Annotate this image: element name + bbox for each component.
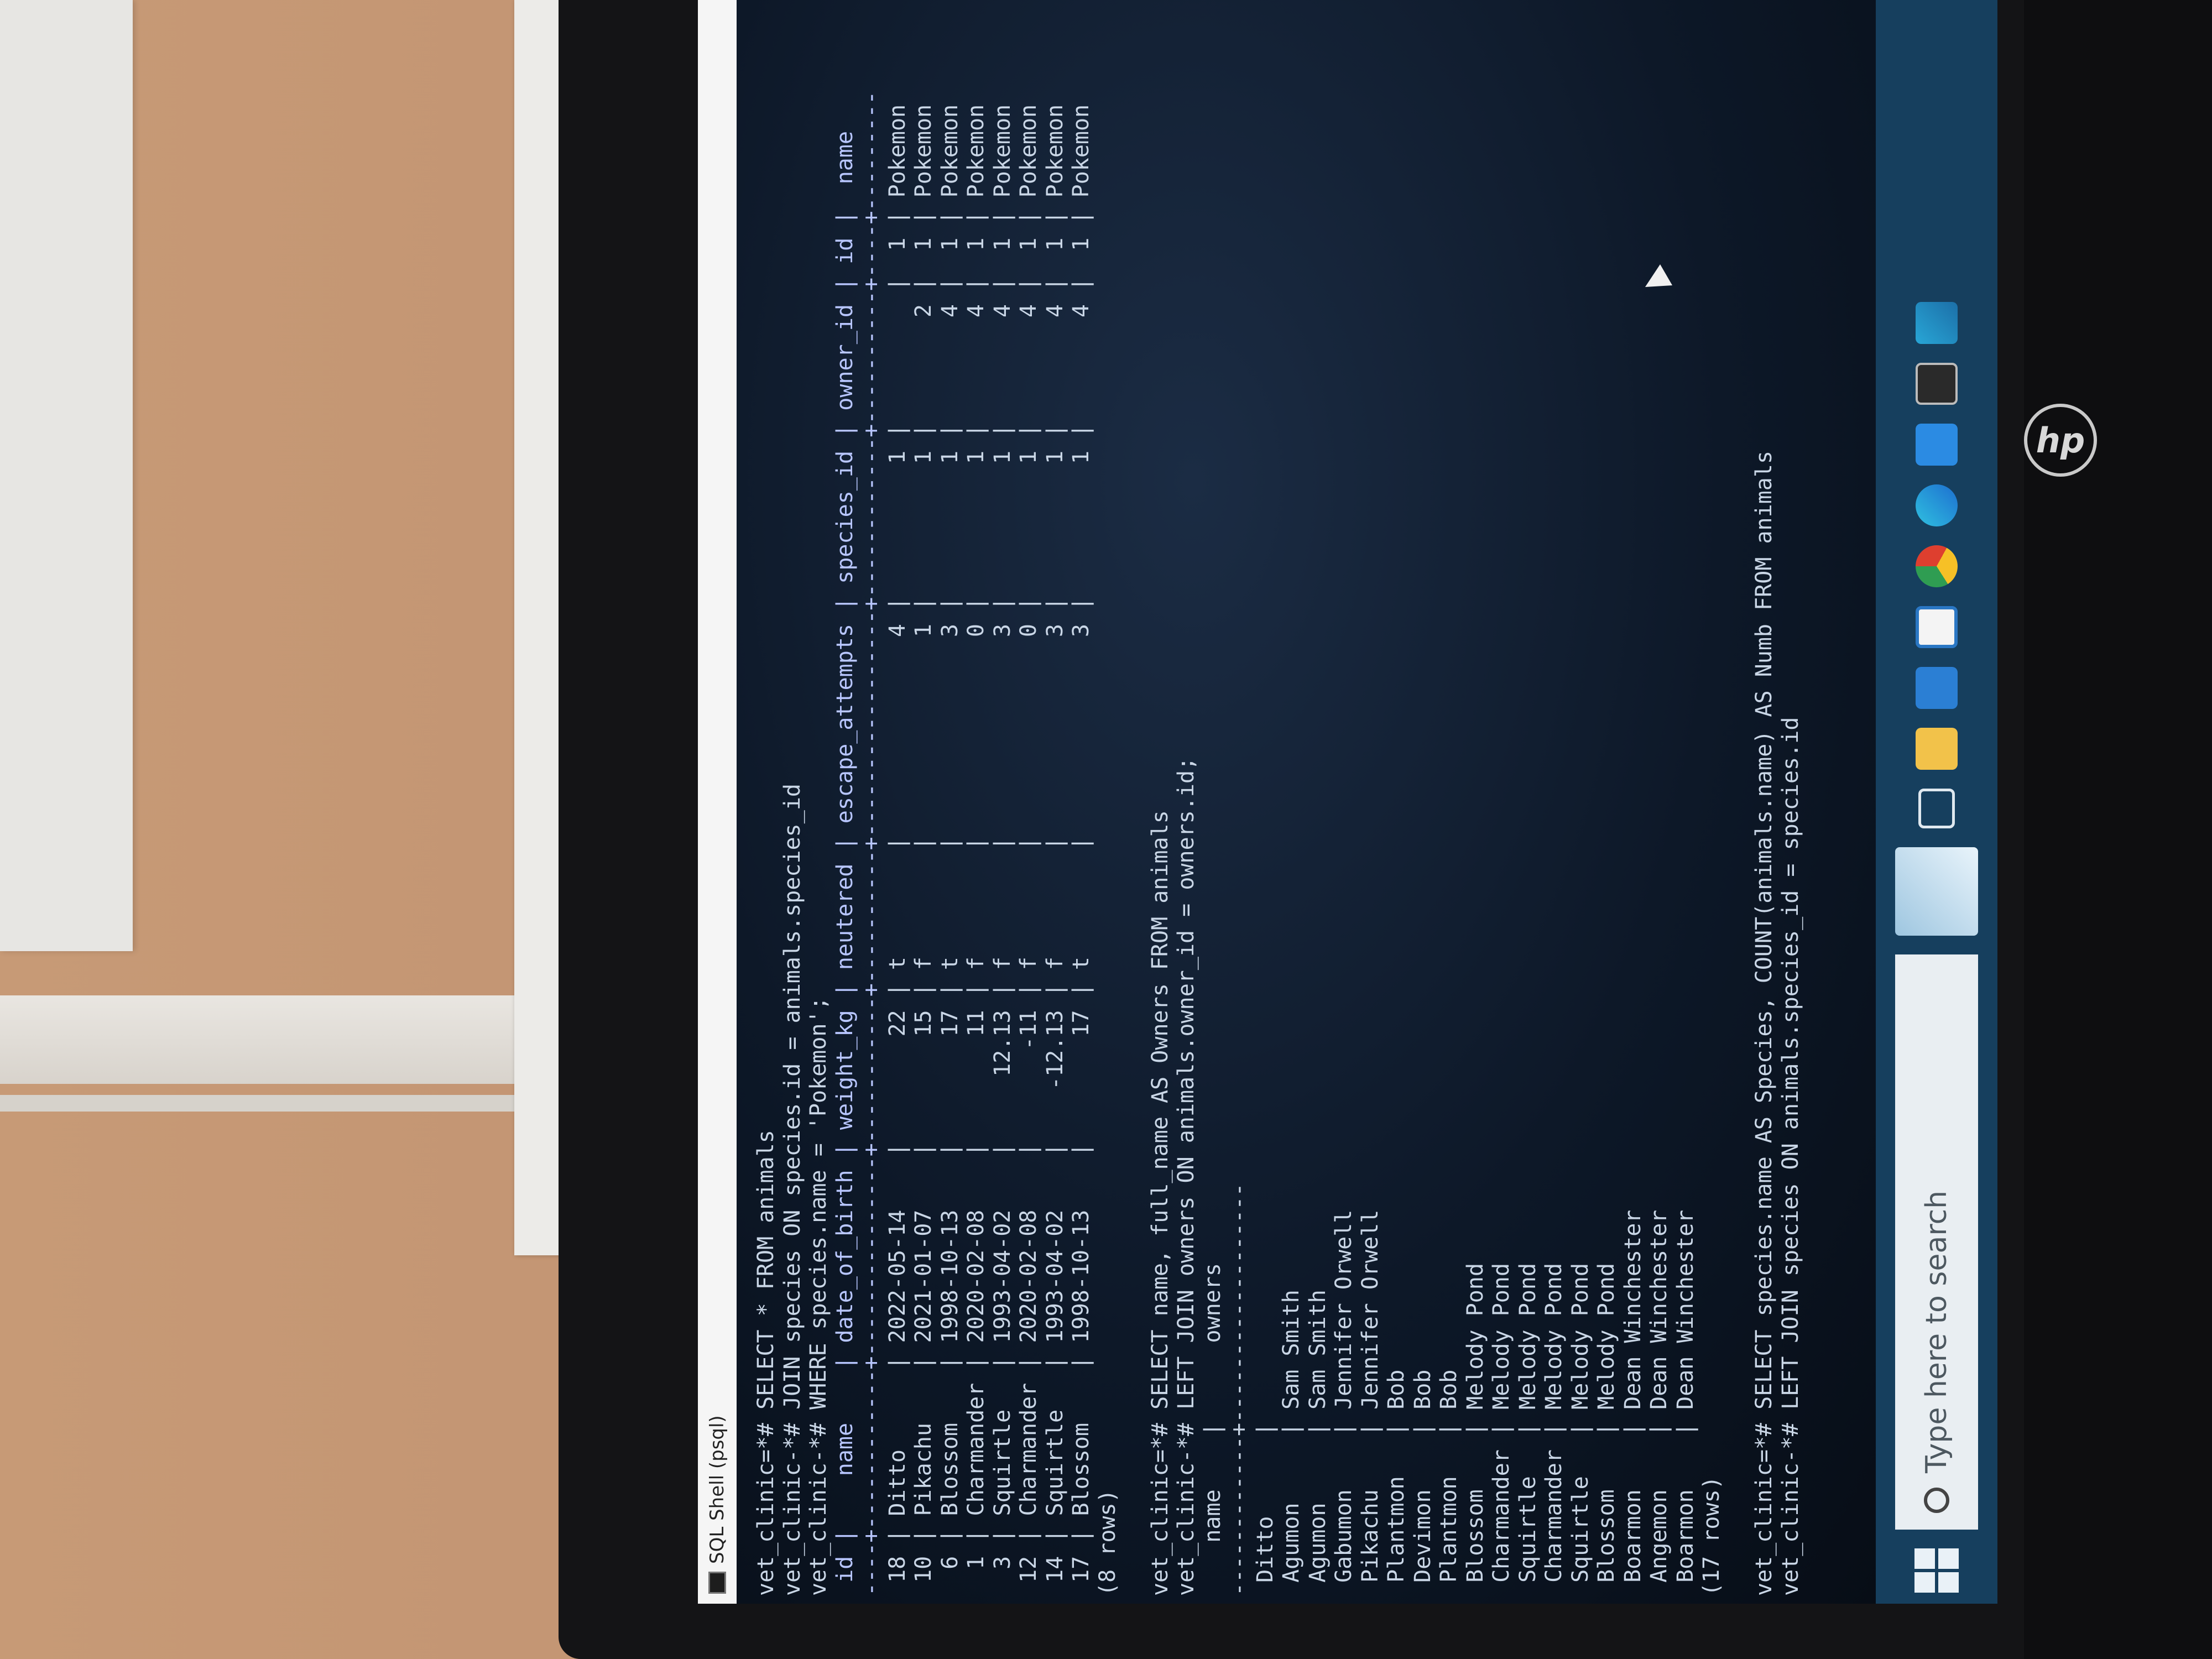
table-row: Agumon | Sam Smith [1279, 1290, 1304, 1596]
console-line: vet_clinic=*# SELECT * FROM animals [753, 1130, 779, 1596]
wall-trim-shadow [0, 1095, 542, 1112]
console-line: vet_clinic=*# SELECT name, full_name AS … [1147, 810, 1173, 1596]
table-row: 10 | Pikachu | 2021-01-07 | 15 | f | 1 |… [911, 104, 936, 1596]
table-row: Squirtle | Melody Pond [1567, 1262, 1593, 1596]
taskbar: Type here to search [1876, 0, 1997, 1604]
edge-icon[interactable] [1916, 484, 1958, 526]
console-line: vet_clinic-*# JOIN species ON species.id… [779, 783, 805, 1596]
table-row: Angemon | Dean Winchester [1646, 1209, 1672, 1596]
table-row: Blossom | Melody Pond [1462, 1262, 1488, 1596]
table-row: Pikachu | Jennifer Orwell [1357, 1209, 1383, 1596]
table-row: Gabumon | Jennifer Orwell [1331, 1209, 1357, 1596]
console-line: vet_clinic-*# WHERE species.name = 'Poke… [806, 997, 831, 1596]
table-header: id | name | date_of_birth | weight_kg | … [832, 131, 858, 1596]
photos-icon[interactable] [1916, 302, 1958, 344]
hp-logo: hp [2024, 404, 2097, 477]
desktop: SQL Shell (psql) vet_clinic=*# SELECT * … [698, 0, 1997, 1604]
table-row: Devimon | Bob [1410, 1369, 1436, 1596]
window-title-bar[interactable]: SQL Shell (psql) [698, 0, 737, 1604]
file-explorer-icon[interactable] [1916, 728, 1958, 770]
table-row: 14 | Squirtle | 1993-04-02 | -12.13 | f … [1042, 104, 1068, 1596]
table-row: 12 | Charmander | 2020-02-08 | -11 | f |… [1016, 104, 1041, 1596]
chrome-icon[interactable] [1916, 545, 1958, 587]
row-count: (17 rows) [1699, 1476, 1724, 1596]
table-rule: ------------+------------------ [1226, 1183, 1251, 1596]
table-row: Plantmon | Bob [1436, 1369, 1462, 1596]
search-icon [1924, 1488, 1949, 1513]
table-row: Agumon | Sam Smith [1305, 1290, 1331, 1596]
terminal-icon[interactable] [1916, 363, 1958, 405]
psql-console[interactable]: vet_clinic=*# SELECT * FROM animals vet_… [737, 0, 1876, 1604]
row-count: (8 rows) [1094, 1489, 1120, 1596]
table-row: 18 | Ditto | 2022-05-14 | 22 | t | 4 | 1… [884, 104, 910, 1596]
table-row: Ditto | [1252, 1422, 1278, 1596]
console-line: vet_clinic=*# SELECT species.name AS Spe… [1751, 450, 1777, 1596]
table-row: Charmander | Melody Pond [1489, 1262, 1514, 1596]
mail-icon[interactable] [1916, 667, 1958, 709]
search-placeholder: Type here to search [1920, 1190, 1953, 1473]
console-line: vet_clinic-*# LEFT JOIN species ON anima… [1777, 717, 1803, 1596]
table-header: name | owners [1199, 1262, 1225, 1596]
table-rule: ----+------------+---------------+------… [858, 91, 884, 1596]
news-widget-icon[interactable] [1895, 847, 1978, 936]
monitor-chin [2024, 0, 2212, 1659]
paper-sheet [0, 0, 133, 951]
terminal-app-icon [708, 1572, 726, 1594]
table-row: Boarmon | Dean Winchester [1620, 1209, 1646, 1596]
console-line: vet_clinic-*# LEFT JOIN owners ON animal… [1173, 757, 1199, 1596]
table-row: 3 | Squirtle | 1993-04-02 | 12.13 | f | … [989, 104, 1015, 1596]
window-title: SQL Shell (psql) [706, 1415, 728, 1564]
monitor-screen: SQL Shell (psql) vet_clinic=*# SELECT * … [698, 0, 1997, 1604]
taskbar-search-box[interactable]: Type here to search [1895, 954, 1978, 1530]
store-icon[interactable] [1916, 606, 1958, 648]
table-row: 17 | Blossom | 1998-10-13 | 17 | t | 3 |… [1068, 104, 1094, 1596]
table-row: Boarmon | Dean Winchester [1672, 1209, 1698, 1596]
vscode-icon[interactable] [1916, 424, 1958, 466]
table-row: 1 | Charmander | 2020-02-08 | 11 | f | 0… [963, 104, 989, 1596]
table-row: 6 | Blossom | 1998-10-13 | 17 | t | 3 | … [937, 104, 963, 1596]
table-row: Charmander | Melody Pond [1541, 1262, 1567, 1596]
wall-trim [0, 995, 542, 1084]
table-row: Blossom | Melody Pond [1594, 1262, 1619, 1596]
windows-start-icon[interactable] [1914, 1548, 1959, 1593]
task-view-icon[interactable] [1918, 789, 1955, 828]
table-row: Squirtle | Melody Pond [1515, 1262, 1541, 1596]
table-row: Plantmon | Bob [1384, 1369, 1409, 1596]
